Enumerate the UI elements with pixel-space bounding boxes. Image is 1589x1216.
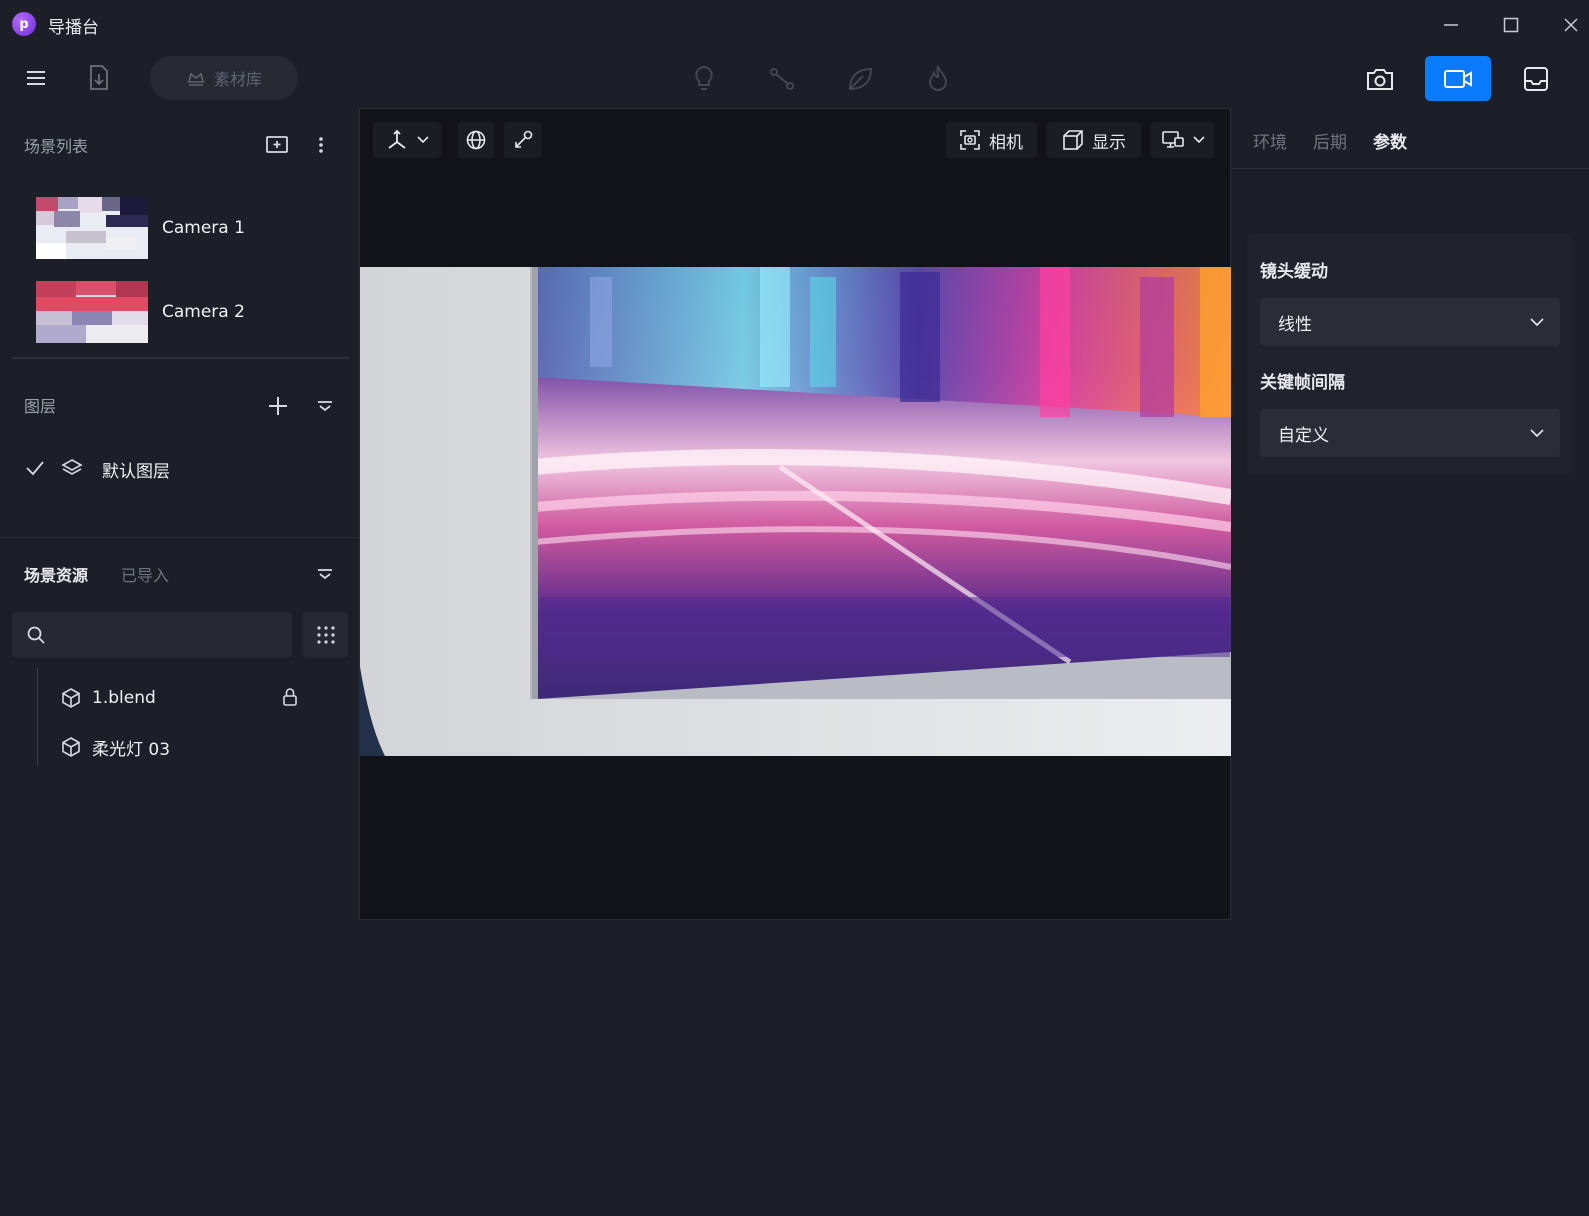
search-icon [27, 626, 45, 644]
resource-search-input[interactable] [12, 612, 292, 658]
chevron-down-icon [1530, 428, 1544, 437]
resource-tree-item[interactable]: 1.blend [60, 683, 300, 713]
display-label: 显示 [1092, 132, 1126, 153]
tab-environment[interactable]: 环境 [1253, 128, 1287, 153]
video-camera-icon [1444, 69, 1472, 88]
collapse-icon[interactable] [316, 398, 334, 414]
grid-icon [316, 626, 335, 644]
menu-icon[interactable] [24, 66, 48, 90]
inbox-button[interactable] [1503, 56, 1569, 101]
material-library-label: 素材库 [213, 70, 262, 89]
scene-list-divider [12, 357, 349, 359]
cube-icon [62, 737, 80, 757]
globe-icon [466, 130, 486, 150]
pivot-icon [515, 130, 533, 148]
tab-post-processing[interactable]: 后期 [1313, 128, 1347, 153]
close-icon[interactable] [1558, 12, 1584, 38]
camera-thumbnail [36, 197, 148, 259]
app-logo-letter: p [19, 16, 29, 32]
scene-list-header: 场景列表 [24, 137, 89, 156]
crown-icon [187, 72, 205, 86]
tab-imported[interactable]: 已导入 [121, 562, 169, 586]
view-mode-dropdown[interactable] [1151, 122, 1215, 158]
resource-label: 柔光灯 03 [92, 739, 171, 760]
camera-label: Camera 1 [162, 218, 245, 238]
layers-header: 图层 [24, 397, 57, 416]
keyframe-interval-value: 自定义 [1278, 425, 1329, 446]
camera-frame-icon [960, 130, 980, 150]
scene-render[interactable] [360, 267, 1231, 756]
chevron-down-icon [1530, 317, 1544, 326]
minimize-icon[interactable] [1438, 12, 1464, 38]
chevron-down-icon [417, 136, 429, 144]
camera-view-label: 相机 [989, 132, 1023, 153]
tab-parameters[interactable]: 参数 [1373, 128, 1407, 153]
add-scene-icon[interactable] [265, 134, 289, 156]
check-icon[interactable] [24, 458, 46, 478]
lens-ease-label: 镜头缓动 [1260, 262, 1328, 282]
leaf-icon[interactable] [845, 64, 875, 94]
camera-label: Camera 2 [162, 302, 245, 322]
window-title: 导播台 [48, 18, 99, 38]
material-library-button[interactable]: 素材库 [150, 56, 298, 100]
scene-list-item[interactable]: Camera 2 [36, 276, 346, 348]
right-tabs-divider [1231, 168, 1589, 169]
app-logo-icon: p [12, 12, 36, 36]
layers-divider [0, 537, 359, 538]
light-bulb-icon[interactable] [689, 64, 719, 94]
collapse-icon[interactable] [316, 566, 334, 582]
timeline-area [0, 920, 1589, 1216]
camera-thumbnail [36, 281, 148, 343]
layers-icon [61, 457, 83, 479]
maximize-icon[interactable] [1498, 12, 1524, 38]
scene-list-item[interactable]: Camera 1 [36, 192, 346, 264]
tree-guide-line [37, 668, 38, 766]
more-options-icon[interactable] [316, 134, 326, 156]
pivot-button[interactable] [504, 122, 542, 158]
title-bar [0, 0, 1589, 48]
add-layer-icon[interactable] [267, 395, 289, 417]
resource-label: 1.blend [92, 688, 156, 708]
resource-tree-item[interactable]: 柔光灯 03 [60, 732, 300, 762]
transform-tool-dropdown[interactable] [373, 122, 441, 158]
path-icon[interactable] [767, 64, 797, 94]
scene-render-image [360, 267, 1231, 756]
import-file-icon[interactable] [86, 64, 112, 92]
record-video-button[interactable] [1425, 56, 1491, 101]
lens-ease-value: 线性 [1278, 314, 1312, 335]
keyframe-interval-select[interactable]: 自定义 [1260, 409, 1560, 457]
axis-icon [388, 129, 406, 149]
chevron-down-icon [1193, 136, 1205, 144]
screenshot-button[interactable] [1347, 56, 1413, 101]
cube-icon [62, 688, 80, 708]
tab-scene-resources[interactable]: 场景资源 [24, 562, 88, 586]
fire-icon[interactable] [923, 64, 953, 94]
monitor-icon [1162, 131, 1184, 148]
grid-view-button[interactable] [303, 612, 348, 658]
lock-icon[interactable] [281, 686, 299, 708]
camera-view-button[interactable]: 相机 [945, 122, 1037, 158]
inbox-icon [1524, 66, 1548, 91]
display-button[interactable]: 显示 [1047, 122, 1141, 158]
default-layer-label[interactable]: 默认图层 [102, 457, 170, 482]
keyframe-interval-label: 关键帧间隔 [1260, 373, 1345, 393]
global-button[interactable] [457, 122, 495, 158]
right-panel [1231, 108, 1589, 920]
lens-ease-select[interactable]: 线性 [1260, 298, 1560, 346]
box-3d-icon [1063, 130, 1083, 150]
camera-icon [1367, 68, 1393, 90]
